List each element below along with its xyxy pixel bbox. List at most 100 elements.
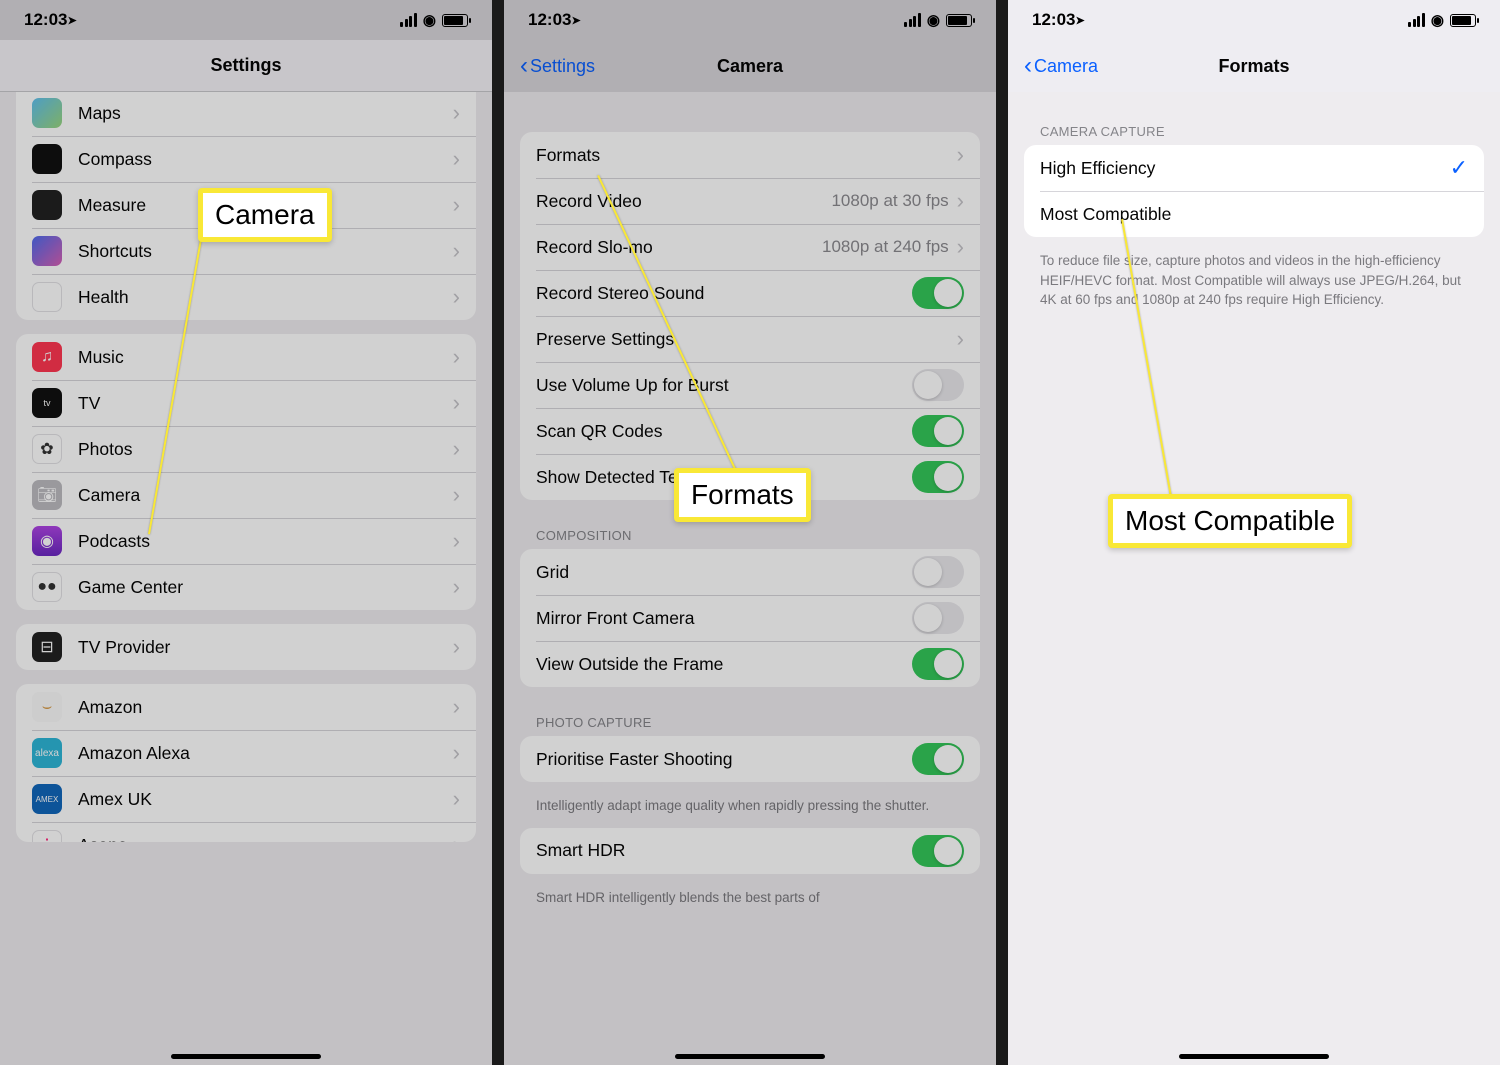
chevron-right-icon: › xyxy=(453,146,460,172)
row-label: Game Center xyxy=(78,577,453,598)
row-scan-qr[interactable]: Scan QR Codes xyxy=(520,408,980,454)
formats-list[interactable]: CAMERA CAPTURE High Efficiency ✓ Most Co… xyxy=(1008,92,1500,1065)
row-label: Record Stereo Sound xyxy=(536,283,912,304)
chevron-left-icon: ‹ xyxy=(1024,52,1032,80)
toggle-switch[interactable] xyxy=(912,556,964,588)
compass-icon xyxy=(32,144,62,174)
row-maps[interactable]: Maps › xyxy=(16,92,476,136)
row-label: Record Slo-mo xyxy=(536,237,822,258)
health-icon: ♥ xyxy=(32,282,62,312)
row-label: Prioritise Faster Shooting xyxy=(536,749,912,770)
row-amex-uk[interactable]: AMEX Amex UK › xyxy=(16,776,476,822)
status-right: ◉ xyxy=(400,11,468,29)
row-amazon[interactable]: ⌣ Amazon › xyxy=(16,684,476,730)
row-compass[interactable]: Compass › xyxy=(16,136,476,182)
row-label: High Efficiency xyxy=(1040,158,1450,179)
row-tv[interactable]: tv TV › xyxy=(16,380,476,426)
row-record-video[interactable]: Record Video 1080p at 30 fps › xyxy=(520,178,980,224)
row-value: 1080p at 30 fps xyxy=(831,191,948,211)
row-label: Asana xyxy=(78,835,453,843)
toggle-switch[interactable] xyxy=(912,369,964,401)
row-camera[interactable]: 📷︎ Camera › xyxy=(16,472,476,518)
row-label: Music xyxy=(78,347,453,368)
toggle-switch[interactable] xyxy=(912,415,964,447)
chevron-right-icon: › xyxy=(453,740,460,766)
toggle-switch[interactable] xyxy=(912,648,964,680)
row-volume-burst[interactable]: Use Volume Up for Burst xyxy=(520,362,980,408)
home-indicator[interactable] xyxy=(1179,1054,1329,1059)
row-asana[interactable]: ⋮ Asana › xyxy=(16,822,476,842)
row-tv-provider[interactable]: ⊟ TV Provider › xyxy=(16,624,476,670)
podcasts-icon: ◉ xyxy=(32,526,62,556)
row-record-slomo[interactable]: Record Slo-mo 1080p at 240 fps › xyxy=(520,224,980,270)
status-bar: 12:03 ◉ xyxy=(504,0,996,40)
back-button[interactable]: ‹ Camera xyxy=(1024,52,1098,80)
row-prioritise-faster[interactable]: Prioritise Faster Shooting xyxy=(520,736,980,782)
chevron-right-icon: › xyxy=(453,634,460,660)
home-indicator[interactable] xyxy=(171,1054,321,1059)
status-right: ◉ xyxy=(904,11,972,29)
chevron-right-icon: › xyxy=(453,574,460,600)
status-bar: 12:03 ◉ xyxy=(0,0,492,40)
amazon-icon: ⌣ xyxy=(32,692,62,722)
chevron-right-icon: › xyxy=(453,528,460,554)
annotation-callout-most-compatible: Most Compatible xyxy=(1108,494,1352,548)
row-health[interactable]: ♥ Health › xyxy=(16,274,476,320)
toggle-switch[interactable] xyxy=(912,835,964,867)
row-music[interactable]: ♫ Music › xyxy=(16,334,476,380)
row-label: Photos xyxy=(78,439,453,460)
row-grid[interactable]: Grid xyxy=(520,549,980,595)
toggle-switch[interactable] xyxy=(912,277,964,309)
chevron-right-icon: › xyxy=(957,326,964,352)
row-label: Most Compatible xyxy=(1040,204,1468,225)
chevron-left-icon: ‹ xyxy=(520,52,528,80)
row-stereo-sound[interactable]: Record Stereo Sound xyxy=(520,270,980,316)
chevron-right-icon: › xyxy=(453,786,460,812)
row-high-efficiency[interactable]: High Efficiency ✓ xyxy=(1024,145,1484,191)
location-services-icon xyxy=(1075,10,1084,29)
chevron-right-icon: › xyxy=(957,188,964,214)
nav-header: ‹ Settings Camera xyxy=(504,40,996,92)
screen-camera-settings: 12:03 ◉ ‹ Settings Camera Formats › Reco… xyxy=(504,0,996,1065)
row-label: Grid xyxy=(536,562,912,583)
row-label: Amazon xyxy=(78,697,453,718)
home-indicator[interactable] xyxy=(675,1054,825,1059)
cellular-icon xyxy=(904,13,921,27)
back-button[interactable]: ‹ Settings xyxy=(520,52,595,80)
chevron-right-icon: › xyxy=(453,832,460,842)
chevron-right-icon: › xyxy=(957,142,964,168)
row-view-outside-frame[interactable]: View Outside the Frame xyxy=(520,641,980,687)
section-footer: To reduce file size, capture photos and … xyxy=(1040,251,1468,310)
battery-icon xyxy=(1450,14,1476,27)
cellular-icon xyxy=(400,13,417,27)
status-right: ◉ xyxy=(1408,11,1476,29)
toggle-switch[interactable] xyxy=(912,602,964,634)
toggle-switch[interactable] xyxy=(912,743,964,775)
camera-settings-list[interactable]: Formats › Record Video 1080p at 30 fps ›… xyxy=(504,92,996,1065)
row-game-center[interactable]: ●● Game Center › xyxy=(16,564,476,610)
row-value: 1080p at 240 fps xyxy=(822,237,949,257)
chevron-right-icon: › xyxy=(453,100,460,126)
row-mirror-front[interactable]: Mirror Front Camera xyxy=(520,595,980,641)
row-amazon-alexa[interactable]: alexa Amazon Alexa › xyxy=(16,730,476,776)
row-most-compatible[interactable]: Most Compatible xyxy=(1024,191,1484,237)
cellular-icon xyxy=(1408,13,1425,27)
camera-icon: 📷︎ xyxy=(32,480,62,510)
chevron-right-icon: › xyxy=(453,694,460,720)
toggle-switch[interactable] xyxy=(912,461,964,493)
chevron-right-icon: › xyxy=(453,238,460,264)
row-preserve-settings[interactable]: Preserve Settings › xyxy=(520,316,980,362)
row-label: Camera xyxy=(78,485,453,506)
checkmark-icon: ✓ xyxy=(1450,155,1468,181)
row-label: View Outside the Frame xyxy=(536,654,912,675)
row-label: TV xyxy=(78,393,453,414)
row-smart-hdr[interactable]: Smart HDR xyxy=(520,828,980,874)
row-label: Preserve Settings xyxy=(536,329,957,350)
row-formats[interactable]: Formats › xyxy=(520,132,980,178)
row-photos[interactable]: ✿ Photos › xyxy=(16,426,476,472)
section-header-composition: COMPOSITION xyxy=(536,528,964,543)
row-podcasts[interactable]: ◉ Podcasts › xyxy=(16,518,476,564)
measure-icon xyxy=(32,190,62,220)
tv-provider-icon: ⊟ xyxy=(32,632,62,662)
game-center-icon: ●● xyxy=(32,572,62,602)
